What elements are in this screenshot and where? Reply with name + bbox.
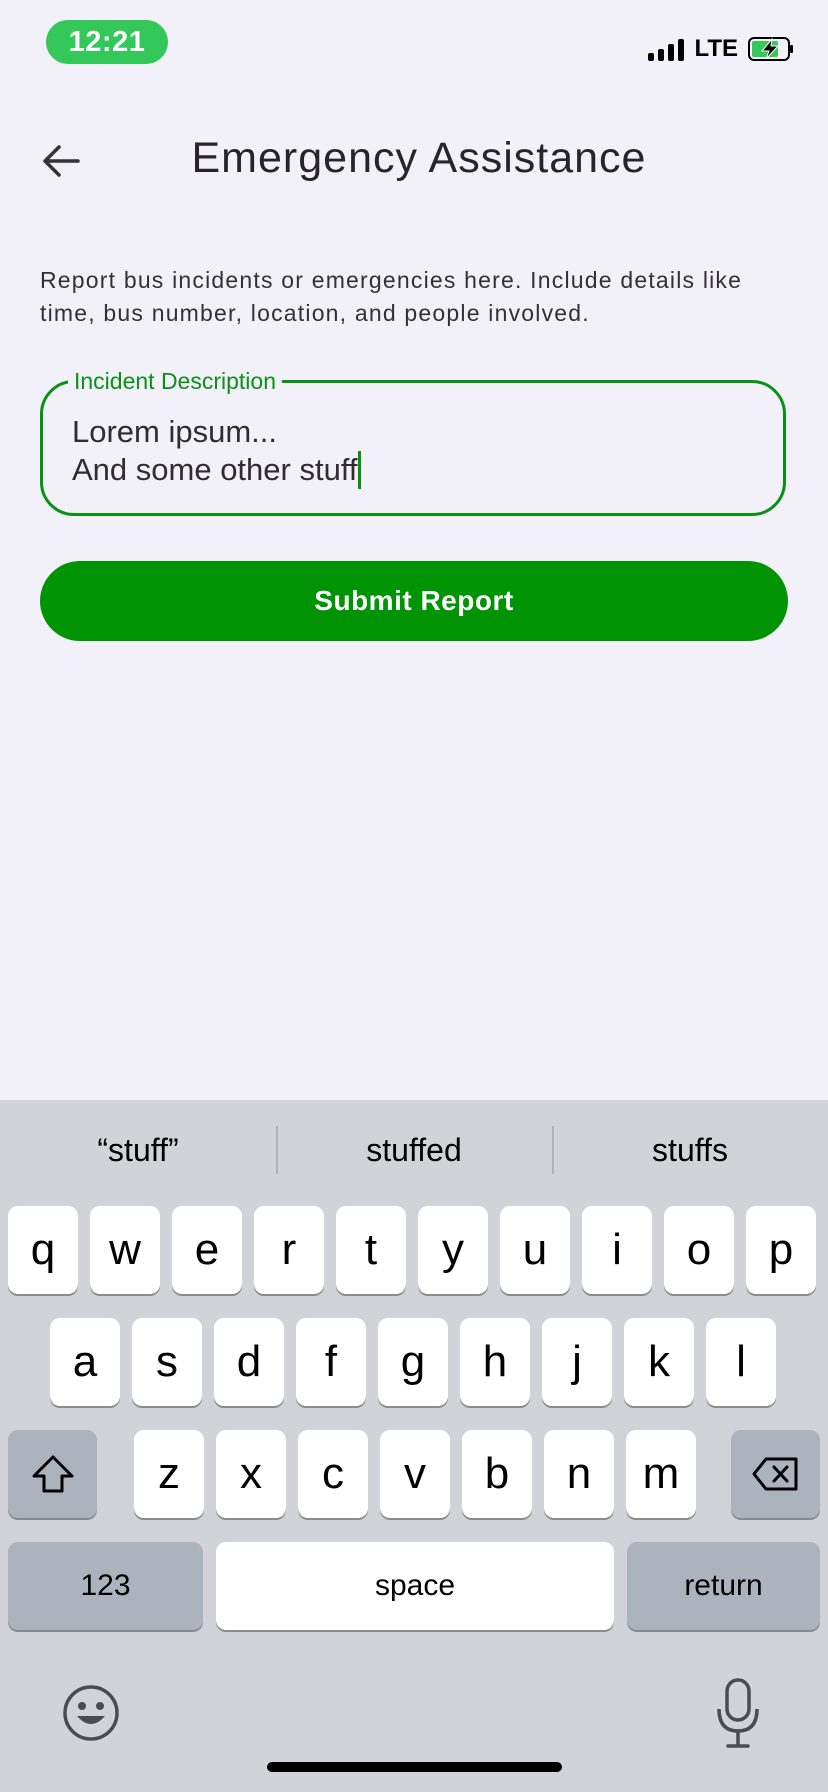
key-e[interactable]: e xyxy=(172,1206,242,1294)
signal-icon xyxy=(648,37,685,61)
key-v[interactable]: v xyxy=(380,1430,450,1518)
key-f[interactable]: f xyxy=(296,1318,366,1406)
key-t[interactable]: t xyxy=(336,1206,406,1294)
key-s[interactable]: s xyxy=(132,1318,202,1406)
key-n[interactable]: n xyxy=(544,1430,614,1518)
submit-report-button[interactable]: Submit Report xyxy=(40,561,788,641)
key-y[interactable]: y xyxy=(418,1206,488,1294)
key-p[interactable]: p xyxy=(746,1206,816,1294)
network-label: LTE xyxy=(694,35,738,62)
text-caret xyxy=(358,451,362,489)
instructions-text: Report bus incidents or emergencies here… xyxy=(40,267,743,326)
suggestion-item[interactable]: stuffed xyxy=(276,1100,552,1200)
key-q[interactable]: q xyxy=(8,1206,78,1294)
key-m[interactable]: m xyxy=(626,1430,696,1518)
key-j[interactable]: j xyxy=(542,1318,612,1406)
key-z[interactable]: z xyxy=(134,1430,204,1518)
incident-text-line: Lorem ipsum... xyxy=(72,414,278,449)
key-k[interactable]: k xyxy=(624,1318,694,1406)
key-b[interactable]: b xyxy=(462,1430,532,1518)
numbers-key[interactable]: 123 xyxy=(8,1542,203,1630)
battery-charging-icon xyxy=(748,37,793,61)
key-r[interactable]: r xyxy=(254,1206,324,1294)
emoji-button[interactable] xyxy=(60,1682,122,1744)
incident-text-line: And some other stuff xyxy=(72,452,358,487)
key-x[interactable]: x xyxy=(216,1430,286,1518)
shift-key[interactable] xyxy=(8,1430,97,1518)
suggestion-item[interactable]: “stuff” xyxy=(0,1100,276,1200)
key-g[interactable]: g xyxy=(378,1318,448,1406)
key-w[interactable]: w xyxy=(90,1206,160,1294)
key-u[interactable]: u xyxy=(500,1206,570,1294)
backspace-icon xyxy=(752,1457,797,1491)
key-c[interactable]: c xyxy=(298,1430,368,1518)
backspace-key[interactable] xyxy=(731,1430,820,1518)
suggestion-item[interactable]: stuffs xyxy=(552,1100,828,1200)
key-i[interactable]: i xyxy=(582,1206,652,1294)
key-d[interactable]: d xyxy=(214,1318,284,1406)
incident-description-label: Incident Description xyxy=(68,366,282,396)
home-indicator xyxy=(267,1762,562,1772)
microphone-icon xyxy=(717,1678,759,1748)
space-key[interactable]: space xyxy=(216,1542,614,1630)
key-l[interactable]: l xyxy=(706,1318,776,1406)
key-h[interactable]: h xyxy=(460,1318,530,1406)
key-o[interactable]: o xyxy=(664,1206,734,1294)
key-a[interactable]: a xyxy=(50,1318,120,1406)
return-key[interactable]: return xyxy=(627,1542,820,1630)
keyboard-suggestions: “stuff” stuffed stuffs xyxy=(0,1100,828,1200)
page-title: Emergency Assistance xyxy=(191,134,647,182)
incident-description-value[interactable]: Lorem ipsum... And some other stuff xyxy=(72,413,362,489)
status-time: 12:21 xyxy=(46,20,168,64)
microphone-button[interactable] xyxy=(710,1676,766,1750)
shift-icon xyxy=(32,1455,73,1493)
emoji-icon xyxy=(63,1685,119,1741)
status-icons: LTE xyxy=(648,34,794,64)
